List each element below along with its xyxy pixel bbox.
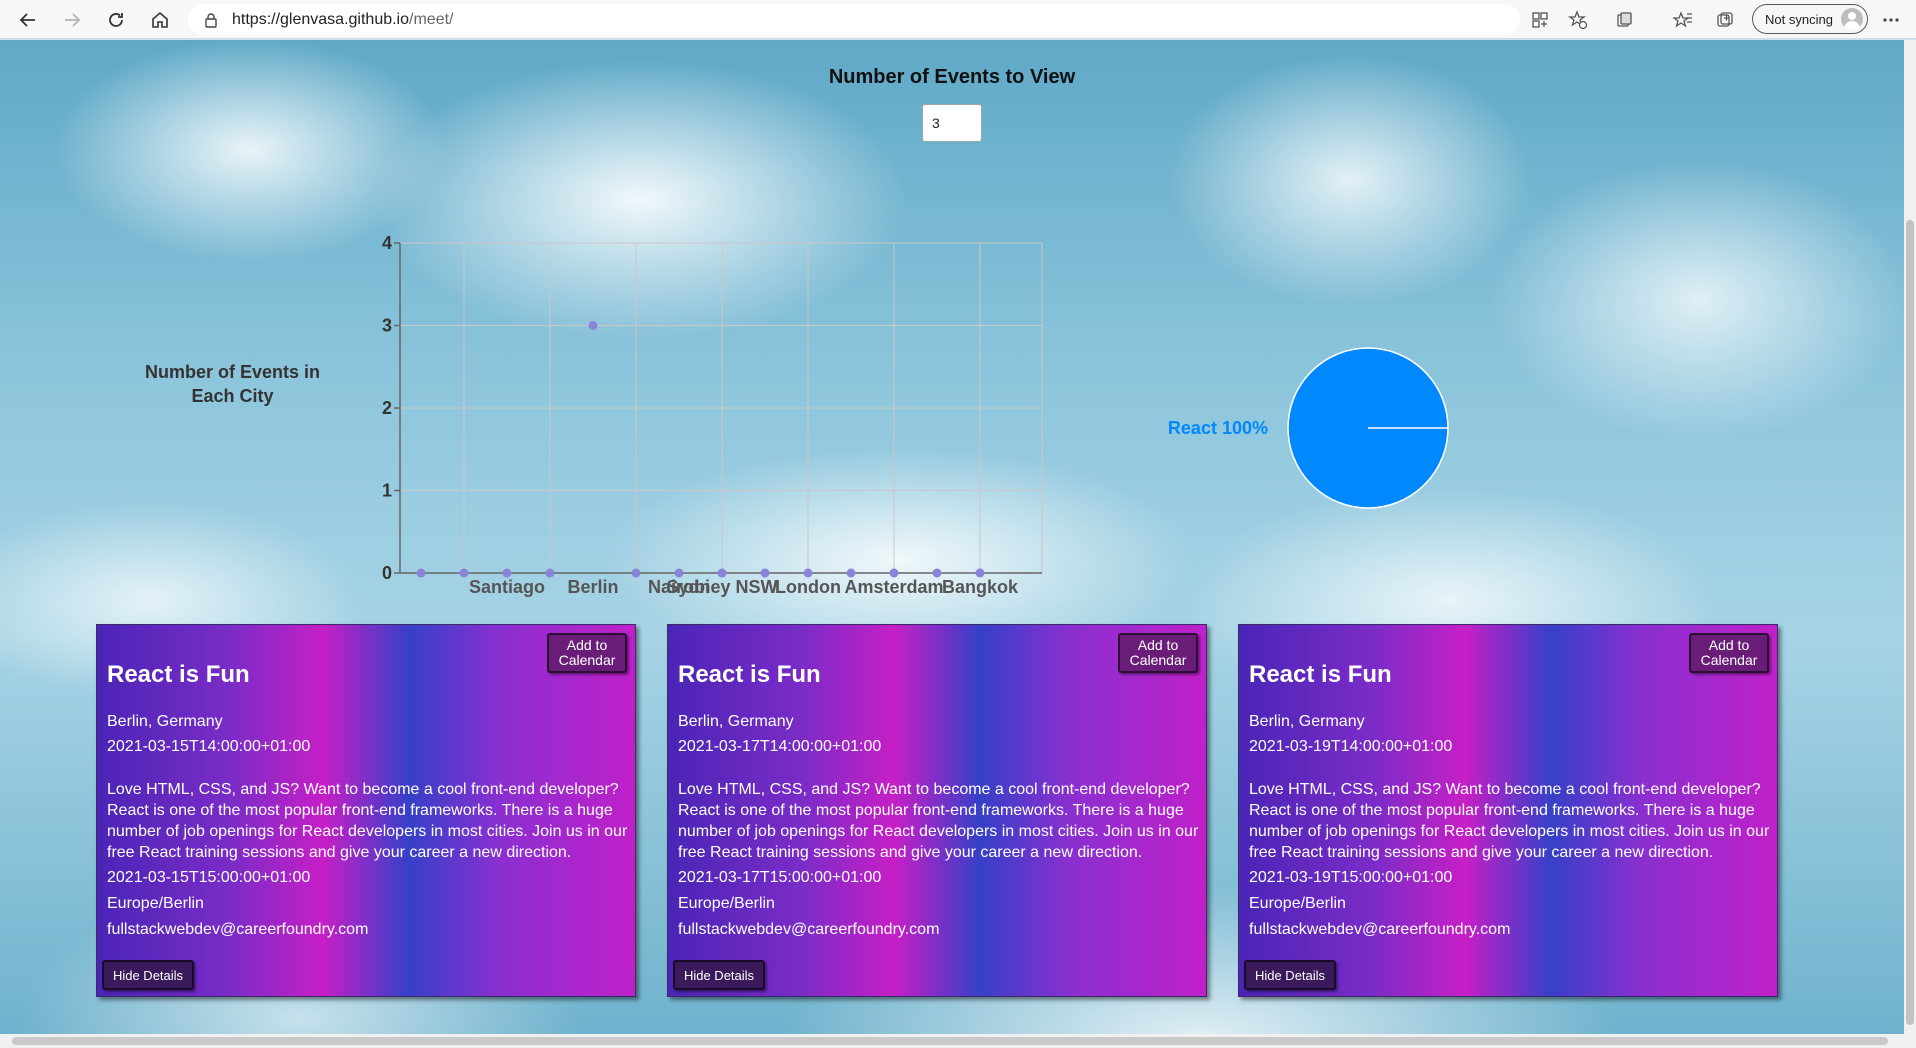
favorites-add-icon[interactable]: [1565, 7, 1591, 33]
event-title: React is Fun: [107, 661, 250, 688]
number-of-events-input[interactable]: [922, 104, 982, 142]
add-to-calendar-button[interactable]: Add to Calendar: [547, 633, 627, 673]
event-email: fullstackwebdev@careerfoundry.com: [107, 921, 369, 938]
scatter-point: [502, 568, 512, 578]
event-location: Berlin, Germany: [107, 713, 223, 730]
add-to-calendar-button[interactable]: Add to Calendar: [1118, 633, 1198, 673]
forward-arrow-icon[interactable]: [57, 5, 87, 35]
event-email: fullstackwebdev@careerfoundry.com: [678, 921, 940, 938]
scatter-point: [803, 568, 813, 578]
collections-icon[interactable]: [1712, 7, 1738, 33]
x-tick-label: Amsterdam: [844, 577, 943, 597]
event-end-time: 2021-03-17T15:00:00+01:00: [678, 869, 882, 886]
y-tick-label: 1: [382, 481, 392, 501]
hide-details-button[interactable]: Hide Details: [1244, 960, 1336, 990]
scatter-point: [631, 568, 641, 578]
event-card: React is Fun Add to Calendar Berlin, Germa…: [96, 624, 636, 997]
event-timezone: Europe/Berlin: [107, 895, 204, 912]
pie-chart: React 100%: [1168, 347, 1449, 509]
profile-button[interactable]: Not syncing: [1752, 4, 1868, 34]
y-tick-label: 4: [382, 233, 392, 253]
scatter-point: [674, 568, 684, 578]
scatter-point: [717, 568, 727, 578]
scatter-point: [545, 568, 555, 578]
event-card: React is Fun Add to Calendar Berlin, Germa…: [1238, 624, 1778, 997]
scatter-point: [846, 568, 856, 578]
event-location: Berlin, Germany: [1249, 713, 1365, 730]
event-end-time: 2021-03-19T15:00:00+01:00: [1249, 869, 1453, 886]
event-email: fullstackwebdev@careerfoundry.com: [1249, 921, 1511, 938]
scatter-point: [889, 568, 899, 578]
address-bar[interactable]: https://glenvasa.github.io/meet/: [188, 4, 1520, 35]
refresh-icon[interactable]: [101, 5, 131, 35]
x-tick-label: Sydney NSW: [666, 577, 777, 597]
browser-toolbar: https://glenvasa.github.io/meet/ Not syn…: [0, 0, 1916, 39]
y-tick-label: 3: [382, 316, 392, 336]
extensions-icon[interactable]: [1611, 7, 1637, 33]
event-start-time: 2021-03-15T14:00:00+01:00: [107, 738, 311, 755]
scatter-point: [459, 568, 469, 578]
scatter-point: [760, 568, 770, 578]
event-description: Love HTML, CSS, and JS? Want to become a…: [107, 781, 628, 861]
scatter-point: [932, 568, 942, 578]
home-icon[interactable]: [145, 5, 175, 35]
lock-icon[interactable]: [202, 11, 220, 29]
add-to-calendar-button[interactable]: Add to Calendar: [1689, 633, 1769, 673]
event-end-time: 2021-03-15T15:00:00+01:00: [107, 869, 311, 886]
scatter-point: [416, 568, 426, 578]
scatter-chart: 01234Santiago Berlin NairobiSydney NSWLond…: [382, 233, 1043, 597]
number-of-events-heading: Number of Events to View: [828, 66, 1076, 88]
x-tick-label: Berlin: [567, 577, 618, 597]
event-start-time: 2021-03-17T14:00:00+01:00: [678, 738, 882, 755]
hide-details-button[interactable]: Hide Details: [673, 960, 765, 990]
favorites-icon[interactable]: [1670, 7, 1696, 33]
event-location: Berlin, Germany: [678, 713, 794, 730]
vertical-scrollbar[interactable]: [1904, 40, 1916, 1034]
more-icon[interactable]: [1878, 7, 1904, 33]
horizontal-scroll-thumb[interactable]: [12, 1037, 1888, 1045]
profile-label: Not syncing: [1765, 11, 1833, 27]
scatter-point: [588, 321, 598, 330]
url-text: https://glenvasa.github.io/meet/: [232, 10, 454, 28]
event-description: Love HTML, CSS, and JS? Want to become a…: [678, 781, 1199, 861]
app-available-icon[interactable]: [1527, 7, 1553, 33]
event-card: React is Fun Add to Calendar Berlin, Germa…: [667, 624, 1207, 997]
x-tick-label: Bangkok: [942, 577, 1019, 597]
y-tick-label: 2: [382, 398, 392, 418]
page-viewport: Number of Events to View Number of Event…: [0, 40, 1904, 1034]
event-timezone: Europe/Berlin: [1249, 895, 1346, 912]
vertical-scroll-thumb[interactable]: [1906, 220, 1914, 1025]
x-tick-label: Santiago: [469, 577, 545, 597]
back-arrow-icon[interactable]: [13, 5, 43, 35]
event-title: React is Fun: [1249, 661, 1392, 688]
scatter-side-label: Number of Events in Each City: [144, 362, 321, 406]
pie-data-label: React 100%: [1168, 418, 1268, 438]
y-tick-label: 0: [382, 563, 392, 583]
event-title: React is Fun: [678, 661, 821, 688]
event-description: Love HTML, CSS, and JS? Want to become a…: [1249, 781, 1770, 861]
event-timezone: Europe/Berlin: [678, 895, 775, 912]
x-tick-label: London: [775, 577, 841, 597]
horizontal-scrollbar[interactable]: [0, 1034, 1916, 1048]
event-start-time: 2021-03-19T14:00:00+01:00: [1249, 738, 1453, 755]
hide-details-button[interactable]: Hide Details: [102, 960, 194, 990]
avatar: [1841, 8, 1863, 30]
scatter-point: [975, 568, 985, 578]
